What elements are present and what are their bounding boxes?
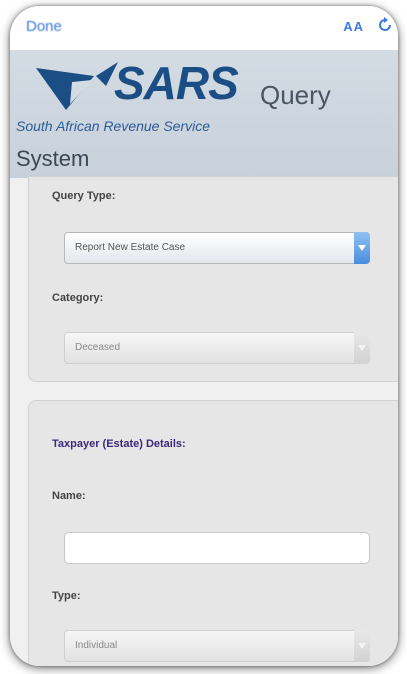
type-label: Type: bbox=[52, 590, 81, 602]
query-type-label: Query Type: bbox=[52, 190, 116, 202]
query-type-value: Report New Estate Case bbox=[75, 242, 186, 253]
reload-icon[interactable] bbox=[376, 16, 394, 34]
dropdown-arrow-icon[interactable] bbox=[354, 232, 370, 264]
taxpayer-details-heading: Taxpayer (Estate) Details: bbox=[52, 438, 186, 450]
type-value: Individual bbox=[75, 640, 118, 651]
category-value: Deceased bbox=[75, 342, 121, 353]
page-title-continued: System bbox=[16, 146, 90, 171]
browser-toolbar: Done AA bbox=[10, 6, 398, 50]
site-header: SARS Query South African Revenue Service… bbox=[10, 50, 398, 179]
text-size-button[interactable]: AA bbox=[343, 19, 364, 34]
device-frame: Done AA SARS Query South African Revenue… bbox=[10, 6, 398, 666]
name-input[interactable] bbox=[64, 532, 370, 564]
form-content: Query Type: Report New Estate Case Categ… bbox=[10, 176, 398, 666]
logo-tagline: South African Revenue Service bbox=[16, 118, 211, 134]
dropdown-arrow-icon[interactable] bbox=[354, 332, 370, 364]
sars-logo-mark bbox=[36, 62, 118, 110]
sars-logo-text: SARS bbox=[114, 57, 239, 109]
query-type-select[interactable]: Report New Estate Case bbox=[64, 232, 370, 264]
dropdown-arrow-icon[interactable] bbox=[354, 630, 370, 662]
name-label: Name: bbox=[52, 490, 86, 502]
category-select[interactable]: Deceased bbox=[64, 332, 370, 364]
type-select[interactable]: Individual bbox=[64, 630, 370, 662]
category-label: Category: bbox=[52, 292, 104, 304]
page-title: Query bbox=[260, 80, 331, 110]
done-button[interactable]: Done bbox=[26, 18, 62, 35]
